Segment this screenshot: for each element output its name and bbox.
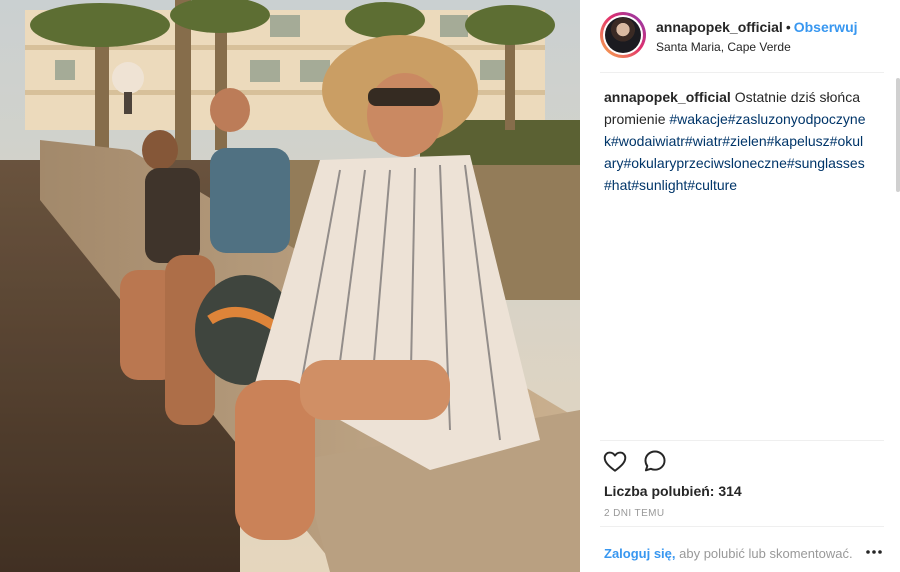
login-link[interactable]: Zaloguj się, — [604, 546, 676, 561]
follow-button[interactable]: Obserwuj — [794, 19, 858, 35]
avatar[interactable] — [600, 12, 646, 58]
divider-mid — [600, 440, 884, 441]
likes-count[interactable]: Liczba polubień: 314 — [604, 483, 742, 499]
post-side-panel: annapopek_official • Obserwuj Santa Maria,… — [580, 0, 900, 572]
username-line: annapopek_official • Obserwuj — [656, 19, 858, 35]
post-caption: annapopek_official Ostatnie dziś słońca … — [604, 86, 870, 196]
post-photo-image — [0, 0, 580, 572]
separator-dot: • — [785, 19, 791, 35]
divider-bottom — [600, 526, 884, 527]
post-timestamp: 2 DNI TEMU — [604, 508, 665, 519]
post-photo[interactable] — [0, 0, 580, 572]
divider-top — [600, 72, 884, 73]
caption-username[interactable]: annapopek_official — [604, 89, 731, 105]
profile-avatar-image — [605, 17, 641, 53]
login-prompt-text: aby polubić lub skomentować. — [675, 546, 853, 561]
post-header: annapopek_official • Obserwuj Santa Maria,… — [580, 0, 900, 72]
location-link[interactable]: Santa Maria, Cape Verde — [656, 40, 791, 54]
comment-bubble-icon[interactable] — [642, 448, 668, 474]
username-link[interactable]: annapopek_official — [656, 19, 783, 35]
more-options-icon[interactable] — [864, 544, 884, 560]
caption-scrollbar[interactable] — [896, 78, 900, 192]
login-prompt: Zaloguj się, aby polubić lub skomentować… — [604, 546, 853, 561]
heart-icon[interactable] — [602, 448, 628, 474]
avatar-frame — [603, 15, 643, 55]
